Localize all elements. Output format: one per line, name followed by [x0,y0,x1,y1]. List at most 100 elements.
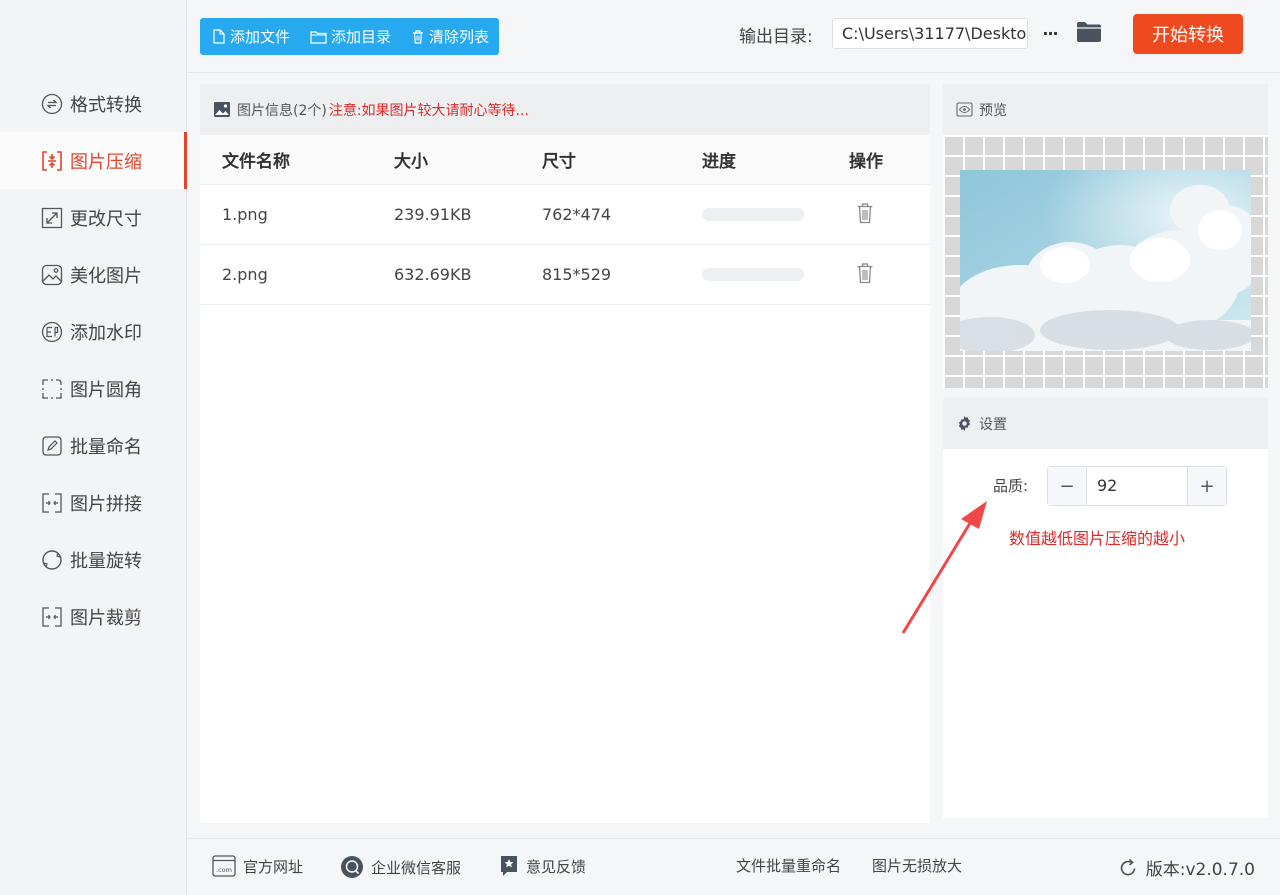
image-icon [214,102,230,117]
large-file-notice: 注意:如果图片较大请耐心等待... [328,102,529,119]
progress-cell [702,268,849,281]
settings-header: 设置 [943,398,1268,449]
sidebar-item-label: 批量旋转 [70,550,142,572]
delete-row-button[interactable] [856,202,874,228]
beautify-icon [40,263,64,287]
sidebar-item-label: 美化图片 [70,265,142,287]
quality-increase-button[interactable]: + [1187,467,1226,505]
quality-input[interactable]: 92 [1087,467,1187,505]
output-path-field[interactable]: C:\Users\31177\Deskto [832,18,1028,49]
sidebar-item-rename[interactable]: 批量命名 [0,417,187,474]
col-dimensions: 尺寸 [542,152,576,172]
file-list-panel: 图片信息(2个) 注意:如果图片较大请耐心等待... 文件名称 大小 尺寸 进度… [200,84,930,823]
sidebar-item-crop[interactable]: 图片裁剪 [0,588,187,645]
round-corner-icon [40,377,64,401]
refresh-icon [1120,858,1136,875]
table-header: 文件名称 大小 尺寸 进度 操作 [200,135,930,185]
col-filename: 文件名称 [222,152,290,172]
more-label: ··· [1042,24,1058,43]
sidebar-item-beautify[interactable]: 美化图片 [0,246,187,303]
eye-icon [956,102,973,117]
file-dimensions: 762*474 [542,205,612,224]
format-convert-icon [40,92,64,116]
more-options-button[interactable]: ··· [1039,18,1061,49]
folder-icon [1077,22,1101,42]
trash-icon [857,202,873,223]
folder-outline-icon [310,30,327,44]
add-directory-label: 添加目录 [331,28,392,46]
lossless-upscale-label: 图片无损放大 [872,857,963,875]
lossless-upscale-link[interactable]: 图片无损放大 [872,855,962,876]
version-label: 版本:v2.0.7.0 [1145,860,1255,880]
sidebar-item-label: 格式转换 [70,94,142,116]
watermark-icon [40,320,64,344]
file-dimensions: 815*529 [542,265,612,284]
sky-cloud-preview-image [960,170,1251,351]
table-row[interactable]: 1.png 239.91KB 762*474 [200,185,930,245]
wechat-service-link[interactable]: 企业微信客服 [340,855,461,879]
file-actions-group: 添加文件 添加目录 清除列表 [200,18,500,55]
official-website-link[interactable]: .com 官方网址 [212,855,303,877]
feedback-label: 意见反馈 [526,857,587,876]
sidebar-item-rotate[interactable]: 批量旋转 [0,531,187,588]
website-icon: .com [212,855,236,877]
file-count-title: 图片信息(2个) [237,102,327,119]
file-icon [213,29,225,44]
batch-rename-label: 文件批量重命名 [736,857,842,875]
sidebar-item-resize[interactable]: 更改尺寸 [0,189,187,246]
start-convert-button[interactable]: 开始转换 [1133,14,1243,54]
delete-row-button[interactable] [856,262,874,288]
add-directory-button[interactable]: 添加目录 [310,26,391,47]
preview-panel: 预览 [943,84,1268,388]
sidebar-item-format-convert[interactable]: 格式转换 [0,75,187,132]
quality-stepper: − 92 + [1047,466,1227,506]
settings-title: 设置 [979,416,1007,433]
clear-list-button[interactable]: 清除列表 [411,26,489,47]
sidebar-item-label: 添加水印 [70,322,142,344]
svg-text:.com: .com [216,866,232,874]
sidebar-item-compress[interactable]: 图片压缩 [0,132,187,189]
col-progress: 进度 [702,152,736,172]
crop-icon [40,605,64,629]
official-website-label: 官方网址 [243,857,304,876]
compress-icon [40,149,64,173]
resize-icon [40,206,64,230]
add-file-button[interactable]: 添加文件 [212,26,290,47]
gear-icon [958,416,971,431]
file-name: 2.png [222,265,268,284]
sidebar-item-label: 批量命名 [70,436,142,458]
sidebar-item-round-corner[interactable]: 图片圆角 [0,360,187,417]
open-folder-button[interactable] [1076,20,1102,46]
file-size: 239.91KB [394,205,472,224]
quality-hint: 数值越低图片压缩的越小 [1009,529,1186,548]
top-toolbar: 添加文件 添加目录 清除列表 输出目录: C:\Users\31177\Desk… [187,0,1280,73]
batch-rename-link[interactable]: 文件批量重命名 [736,855,841,876]
progress-bar [702,268,804,281]
table-row[interactable]: 2.png 632.69KB 815*529 [200,245,930,305]
stitch-icon [40,491,64,515]
wechat-icon [341,856,363,878]
quality-decrease-button[interactable]: − [1048,467,1087,505]
feedback-icon [501,856,517,876]
preview-header: 预览 [943,84,1268,135]
file-size: 632.69KB [394,265,472,284]
sidebar-item-watermark[interactable]: 添加水印 [0,303,187,360]
rename-icon [40,434,64,458]
file-list-header: 图片信息(2个) 注意:如果图片较大请耐心等待... [200,84,930,135]
actions-cell [849,262,909,288]
progress-bar [702,208,804,221]
sidebar-item-label: 图片拼接 [70,493,142,515]
version-info[interactable]: 版本:v2.0.7.0 [1118,855,1255,880]
feedback-link[interactable]: 意见反馈 [499,855,586,877]
sidebar: 格式转换 图片压缩 更改尺寸 美化图片 添加水印 图片圆角 批量命名 图片拼接 … [0,0,187,895]
quality-label: 品质: [993,477,1029,495]
trash-icon [857,262,873,283]
clear-list-label: 清除列表 [429,28,490,46]
add-file-label: 添加文件 [230,28,291,46]
sidebar-item-stitch[interactable]: 图片拼接 [0,474,187,531]
file-name: 1.png [222,205,268,224]
footer: .com 官方网址 企业微信客服 意见反馈 文件批量重命名 图片无损放大 版本:… [187,838,1280,895]
col-size: 大小 [394,152,428,172]
wechat-service-label: 企业微信客服 [371,858,462,877]
sidebar-item-label: 图片压缩 [70,151,142,173]
